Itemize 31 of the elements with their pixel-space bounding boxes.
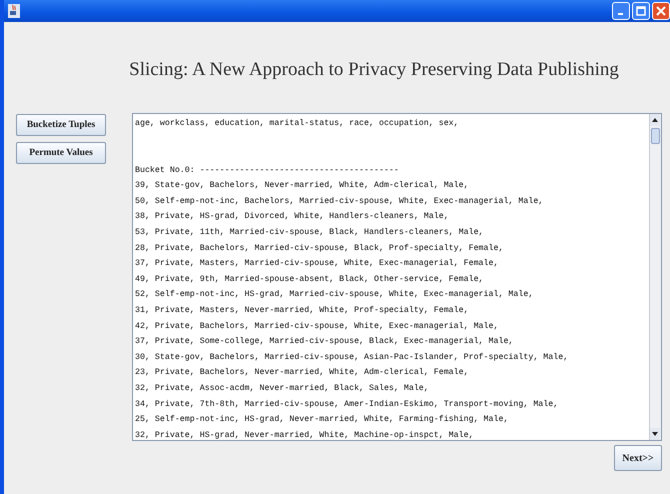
close-icon[interactable] (656, 6, 666, 16)
tuple-line: 39, State-gov, Bachelors, Never-married, White, Adm-clerical, Male, (135, 180, 470, 192)
coffee-cup-icon (8, 4, 20, 18)
tuple-line: 31, Private, Masters, Never-married, White, Prof-specialty, Female, (135, 304, 470, 317)
tuple-line: 34, Private, 7th-8th, Married-civ-spouse, Amer-Indian-Eskimo, Transport-moving, Male, (135, 398, 560, 410)
tuple-line: 25, Self-emp-not-inc, HS-grad, Never-married, White, Farming-fishing, Male, (135, 414, 510, 426)
tuple-line: 37, Private, Some-college, Married-civ-spouse, Black, Exec-managerial, Male, (135, 336, 514, 348)
tuple-line: 32, Private, HS-grad, Never-married, White, Machine-op-inspct, Male, (135, 430, 475, 440)
tuple-line: 42, Private, Bachelors, Married-civ-spouse, White, Exec-managerial, Male, (135, 320, 500, 333)
bucket-heading: Bucket No.0: ---------------------------------------- (135, 164, 400, 177)
tuple-line: 53, Private, 11th, Married-civ-spouse, Black, Handlers-cleaners, Male, (135, 226, 485, 239)
action-button[interactable]: Bucketize Tuples (16, 114, 106, 136)
tuple-line: 50, Self-emp-not-inc, Bachelors, Married-civ-spouse, White, Exec-managerial, Male, (135, 196, 544, 208)
minimize-button[interactable] (612, 2, 630, 20)
scrollbar[interactable] (649, 114, 661, 440)
tuple-line: 28, Private, Bachelors, Married-civ-spouse, Black, Prof-specialty, Female, (135, 242, 504, 255)
maximize-icon[interactable] (636, 6, 646, 16)
action-button[interactable]: Permute Values (16, 142, 106, 164)
scroll-thumb[interactable] (651, 128, 660, 144)
app-title: Slicing: A New Approach to Privacy Preserving Data Publishing (128, 59, 620, 82)
tuple-line: 32, Private, Assoc-acdm, Never-married, Black, Sales, Male, (135, 382, 430, 395)
next-button[interactable]: Next>> (614, 445, 662, 471)
maximize-button[interactable] (632, 2, 650, 20)
tuple-line: 37, Private, Masters, Married-civ-spouse, White, Exec-managerial, Female, (135, 258, 500, 270)
tuple-line: 52, Self-emp-not-inc, HS-grad, Married-civ-spouse, White, Exec-managerial, Male, (135, 289, 534, 302)
tuple-line: 23, Private, Bachelors, Never-married, White, Adm-clerical, Female, (135, 367, 470, 380)
tuple-line: 38, Private, HS-grad, Divorced, White, Handlers-cleaners, Male, (135, 211, 450, 224)
tuple-line: 49, Private, 9th, Married-spouse-absent, Black, Other-service, Female, (135, 274, 485, 286)
column-header-line: age, workclass, education, marital-status, race, occupation, sex, (135, 118, 460, 130)
tuple-line: 30, State-gov, Bachelors, Married-civ-spouse, Asian-Pac-Islander, Prof-specialty, Male, (135, 352, 570, 364)
close-button[interactable] (652, 2, 670, 20)
